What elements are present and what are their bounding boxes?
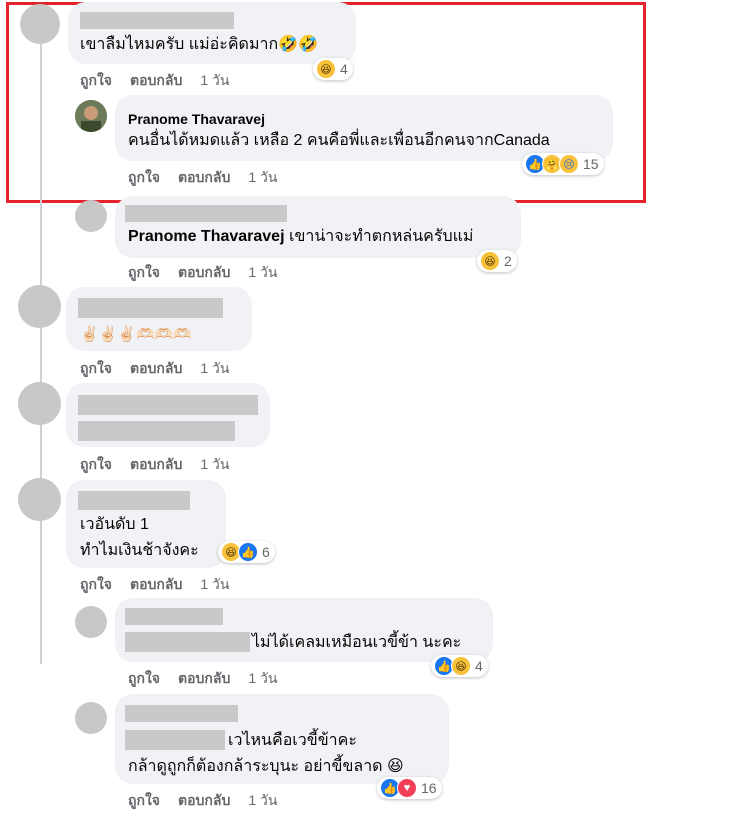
reaction-summary[interactable]: 👍 ♥ 16 <box>377 777 442 799</box>
reaction-summary[interactable]: 😆 4 <box>313 58 353 80</box>
avatar[interactable] <box>75 702 107 734</box>
comment-actions: ถูกใจ ตอบกลับ 1 วัน <box>80 574 247 596</box>
redacted-name <box>78 298 223 318</box>
avatar-photo[interactable] <box>75 100 107 132</box>
avatar[interactable] <box>18 478 61 521</box>
comment-text-line-1: เวไหนคือเวขี้ข้าคะ <box>228 732 357 749</box>
comment-text: ไม่ได้เคลมเหมือนเวขี้ข้า นะคะ <box>252 634 462 651</box>
reaction-summary[interactable]: 😆 2 <box>477 250 517 272</box>
redacted-text <box>78 421 235 441</box>
avatar[interactable] <box>18 285 61 328</box>
comment-text: คนอื่นได้หมดแล้ว เหลือ 2 คนคือพี่และเพื่… <box>128 132 550 149</box>
comment-author[interactable]: Pranome Thavaravej <box>128 108 265 130</box>
redacted-name <box>78 395 258 415</box>
timestamp[interactable]: 1 วัน <box>248 169 277 185</box>
reaction-count: 16 <box>421 780 437 796</box>
redacted-name <box>125 205 287 222</box>
reply-button[interactable]: ตอบกลับ <box>130 72 182 88</box>
comment-text: เขาลืมไหมครับ แม่อ่ะคิดมาก🤣🤣 <box>80 36 318 53</box>
comment-actions: ถูกใจ ตอบกลับ 1 วัน <box>80 358 247 380</box>
comment-actions: ถูกใจ ตอบกลับ 1 วัน <box>128 668 295 690</box>
like-button[interactable]: ถูกใจ <box>80 360 112 376</box>
timestamp[interactable]: 1 วัน <box>248 670 277 686</box>
comment-text: Pranome Thavaravej เขาน่าจะทำตกหล่นครับแ… <box>128 226 473 248</box>
comment-text-line-1: เวอันดับ 1 <box>80 516 149 533</box>
reaction-count: 6 <box>262 544 270 560</box>
redacted-name <box>125 705 238 722</box>
redacted-text <box>125 632 250 652</box>
timestamp[interactable]: 1 วัน <box>200 72 229 88</box>
redacted-name <box>80 12 234 29</box>
reply-button[interactable]: ตอบกลับ <box>178 792 230 808</box>
reaction-count: 4 <box>340 61 348 77</box>
haha-icon: 😆 <box>480 251 500 271</box>
comment-actions: ถูกใจ ตอบกลับ 1 วัน <box>128 262 295 284</box>
reaction-count: 2 <box>504 253 512 269</box>
reaction-summary[interactable]: 👍 🤗 😢 15 <box>522 153 604 175</box>
timestamp[interactable]: 1 วัน <box>248 264 277 280</box>
comment-actions: ถูกใจ ตอบกลับ 1 วัน <box>128 790 295 812</box>
like-button[interactable]: ถูกใจ <box>128 264 160 280</box>
love-icon: ♥ <box>397 778 417 798</box>
thread-line <box>40 521 42 631</box>
timestamp[interactable]: 1 วัน <box>200 360 229 376</box>
timestamp[interactable]: 1 วัน <box>248 792 277 808</box>
comment-text: ✌🏻✌🏻✌🏻🫶🏻🫶🏻🫶🏻 <box>80 326 193 343</box>
like-button[interactable]: ถูกใจ <box>80 576 112 592</box>
avatar[interactable] <box>75 200 107 232</box>
comment-body: เขาน่าจะทำตกหล่นครับแม่ <box>284 228 474 245</box>
comment-actions: ถูกใจ ตอบกลับ 1 วัน <box>80 454 247 476</box>
timestamp[interactable]: 1 วัน <box>200 576 229 592</box>
reply-button[interactable]: ตอบกลับ <box>130 456 182 472</box>
haha-icon: 😆 <box>451 656 471 676</box>
reaction-summary[interactable]: 👍 😆 4 <box>431 655 488 677</box>
like-button[interactable]: ถูกใจ <box>128 169 160 185</box>
reply-button[interactable]: ตอบกลับ <box>178 670 230 686</box>
like-button[interactable]: ถูกใจ <box>80 72 112 88</box>
timestamp[interactable]: 1 วัน <box>200 456 229 472</box>
comment-text-line-2: ทำไมเงินช้าจังคะ <box>80 542 199 559</box>
avatar[interactable] <box>75 606 107 638</box>
redacted-name <box>78 491 190 510</box>
comment-actions: ถูกใจ ตอบกลับ 1 วัน <box>128 167 295 189</box>
like-button[interactable]: ถูกใจ <box>128 792 160 808</box>
like-button[interactable]: ถูกใจ <box>128 670 160 686</box>
comment-text-line-2: กล้าดูถูกก็ต้องกล้าระบุนะ อย่าขี้ขลาด 😆 <box>128 758 404 775</box>
reply-button[interactable]: ตอบกลับ <box>178 264 230 280</box>
sad-icon: 😢 <box>559 154 579 174</box>
reply-button[interactable]: ตอบกลับ <box>130 360 182 376</box>
reaction-summary[interactable]: 😆 👍 6 <box>218 541 275 563</box>
redacted-name <box>125 608 223 625</box>
haha-icon: 😆 <box>316 59 336 79</box>
reply-button[interactable]: ตอบกลับ <box>130 576 182 592</box>
comment-actions: ถูกใจ ตอบกลับ 1 วัน <box>80 70 247 92</box>
reply-button[interactable]: ตอบกลับ <box>178 169 230 185</box>
reaction-count: 4 <box>475 658 483 674</box>
redacted-text <box>125 730 225 750</box>
avatar[interactable] <box>18 382 61 425</box>
like-button[interactable]: ถูกใจ <box>80 456 112 472</box>
profile-photo-icon <box>75 100 107 132</box>
like-icon: 👍 <box>238 542 258 562</box>
reaction-count: 15 <box>583 156 599 172</box>
mention-link[interactable]: Pranome Thavaravej <box>128 228 285 245</box>
avatar[interactable] <box>20 4 60 44</box>
